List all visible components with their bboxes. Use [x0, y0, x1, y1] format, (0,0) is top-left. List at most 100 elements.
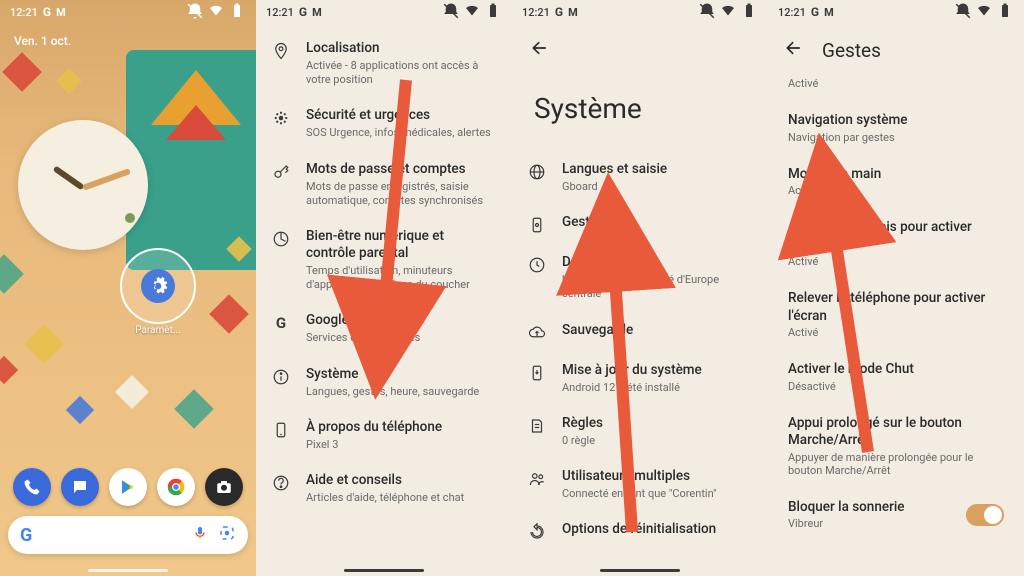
settings-row-location[interactable]: LocalisationActivée - 8 applications ont…	[256, 30, 512, 97]
gmail-status-icon: M	[824, 6, 833, 19]
settings-row-system[interactable]: SystèmeLangues, gestes, heure, sauvegard…	[256, 356, 512, 409]
page-title: Système	[512, 62, 768, 145]
row-title: Appui prolongé sur le bouton Marche/Arrê…	[788, 415, 1004, 450]
row-title: Appuyer deux fois pour activer l'écran	[788, 219, 1004, 254]
system-screen: 12:21 G M Système Langues et saisie Gboar…	[512, 0, 768, 576]
row-title: Mots de passe et comptes	[306, 161, 496, 178]
row-sub: Articles d'aide, téléphone et chat	[306, 491, 496, 505]
gestes-row-lift[interactable]: Relever le téléphone pour activer l'écra…	[768, 279, 1024, 350]
clock-widget[interactable]	[18, 120, 148, 250]
nav-handle[interactable]	[600, 569, 680, 572]
row-sub: Activé	[788, 184, 1004, 197]
system-row-datetime[interactable]: Date et heureUTC+02:00 Heure d'été d'Eur…	[512, 244, 768, 311]
system-row-users[interactable]: Utilisateurs multiples Connecté en tant q…	[512, 458, 768, 511]
row-sub: Connecté en tant que "Corentin"	[562, 487, 752, 501]
search-bar[interactable]: G	[8, 516, 248, 554]
gestes-row-nav[interactable]: Navigation système Navigation par gestes	[768, 101, 1024, 155]
location-icon	[270, 40, 292, 87]
gestures-screen: 12:21 G M Gestes Activé Navigation systè…	[768, 0, 1024, 576]
status-time: 12:21	[266, 6, 294, 19]
row-sub: Appuyer de manière prolongée pour le bou…	[788, 451, 1004, 477]
row-sub: SOS Urgence, infos médicales, alertes	[306, 126, 496, 140]
row-sub: Pixel 3	[306, 438, 496, 452]
toggle-switch[interactable]	[966, 504, 1004, 526]
system-list: Langues et saisie Gboard Gestes Date et h…	[512, 145, 768, 557]
settings-row-help[interactable]: Aide et conseilsArticles d'aide, télépho…	[256, 462, 512, 515]
settings-app-label: Paramèt...	[135, 325, 181, 336]
row-sub: Activé	[788, 326, 1004, 339]
nav-handle[interactable]	[88, 569, 168, 572]
battery-icon	[996, 2, 1014, 23]
settings-row-safety[interactable]: Sécurité et urgences SOS Urgence, infos m…	[256, 97, 512, 150]
gestes-row-doubletap[interactable]: Appuyer deux fois pour activer l'écran A…	[768, 208, 1024, 279]
gestes-row-ring[interactable]: Bloquer la sonnerie Vibreur	[768, 488, 1024, 542]
gear-icon	[141, 269, 175, 303]
back-button[interactable]	[784, 38, 804, 62]
row-title: Règles	[562, 415, 752, 432]
system-row-backup[interactable]: Sauvegarde	[512, 312, 768, 352]
settings-row-wellbeing[interactable]: Bien-être numérique et contrôle parental…	[256, 218, 512, 302]
row-sub: Activée - 8 applications ont accès à vot…	[306, 59, 496, 88]
row-sub: Temps d'utilisation, minuteurs d'applica…	[306, 264, 496, 293]
back-button[interactable]	[512, 24, 768, 62]
mic-icon[interactable]	[192, 525, 208, 545]
settings-row-about[interactable]: À propos du téléphonePixel 3	[256, 409, 512, 462]
wellbeing-icon	[270, 228, 292, 292]
row-sub: Gboard	[562, 180, 752, 194]
gestes-row-onehand[interactable]: Mode une main Activé	[768, 155, 1024, 209]
page-title: Gestes	[822, 39, 881, 62]
row-title: Système	[306, 366, 496, 383]
row-title: Sécurité et urgences	[306, 107, 496, 124]
users-icon	[526, 468, 548, 501]
system-row-update[interactable]: Mise à jour du systèmeAndroid 12 a été i…	[512, 352, 768, 405]
row-title: Gestes	[562, 214, 752, 231]
gestes-row-prev[interactable]: Activé	[768, 77, 1024, 101]
row-title: Utilisateurs multiples	[562, 468, 752, 485]
messages-app-icon[interactable]	[61, 468, 99, 506]
phone-app-icon[interactable]	[13, 468, 51, 506]
gmail-status-icon: M	[568, 6, 577, 19]
system-row-rules[interactable]: Règles 0 règle	[512, 405, 768, 458]
gestes-row-flip[interactable]: Activer le mode Chut Désactivé	[768, 350, 1024, 404]
status-bar: 12:21 G M	[512, 0, 768, 24]
status-bar: 12:21 G M	[768, 0, 1024, 24]
status-bar: 12:21 G M	[256, 0, 512, 24]
settings-row-passwords[interactable]: Mots de passe et comptes Mots de passe en…	[256, 151, 512, 218]
nav-handle[interactable]	[344, 569, 424, 572]
row-title: Mode une main	[788, 166, 1004, 184]
wifi-icon	[975, 2, 993, 23]
update-icon	[526, 362, 548, 395]
wifi-icon	[719, 2, 737, 23]
system-row-gestures[interactable]: Gestes	[512, 204, 768, 244]
battery-icon	[740, 2, 758, 23]
settings-list: LocalisationActivée - 8 applications ont…	[256, 24, 512, 521]
row-title: Bloquer la sonnerie	[788, 499, 905, 517]
row-title: Bien-être numérique et contrôle parental	[306, 228, 496, 262]
home-screen: 12:21 G M Ven. 1 oct. Paramèt...	[0, 0, 256, 576]
row-title: Langues et saisie	[562, 161, 752, 178]
system-row-languages[interactable]: Langues et saisie Gboard	[512, 151, 768, 204]
row-title: Sauvegarde	[562, 322, 752, 339]
dnd-icon	[442, 2, 460, 23]
dock	[8, 468, 248, 506]
settings-row-google[interactable]: G GoogleServices et préférences	[256, 302, 512, 355]
home-date[interactable]: Ven. 1 oct.	[14, 34, 71, 48]
chrome-app-icon[interactable]	[157, 468, 195, 506]
play-store-icon[interactable]	[109, 468, 147, 506]
gestes-row-power[interactable]: Appui prolongé sur le bouton Marche/Arrê…	[768, 404, 1024, 488]
row-sub: UTC+02:00 Heure d'été d'Europe centrale	[562, 273, 752, 302]
globe-icon	[526, 161, 548, 194]
lens-icon[interactable]	[218, 524, 236, 546]
google-status-icon: G	[811, 5, 819, 19]
row-title: Activer le mode Chut	[788, 361, 1004, 379]
row-title: Navigation système	[788, 112, 1004, 130]
row-sub: Activé	[788, 77, 1004, 90]
camera-app-icon[interactable]	[205, 468, 243, 506]
dnd-icon	[698, 2, 716, 23]
row-sub: Mots de passe enregistrés, saisie automa…	[306, 180, 496, 209]
gmail-status-icon: M	[312, 6, 321, 19]
system-row-reset[interactable]: Options de réinitialisation	[512, 511, 768, 551]
row-sub: 0 règle	[562, 434, 752, 448]
row-sub: Android 12 a été installé	[562, 381, 752, 395]
settings-app-icon[interactable]: Paramèt...	[120, 248, 196, 324]
